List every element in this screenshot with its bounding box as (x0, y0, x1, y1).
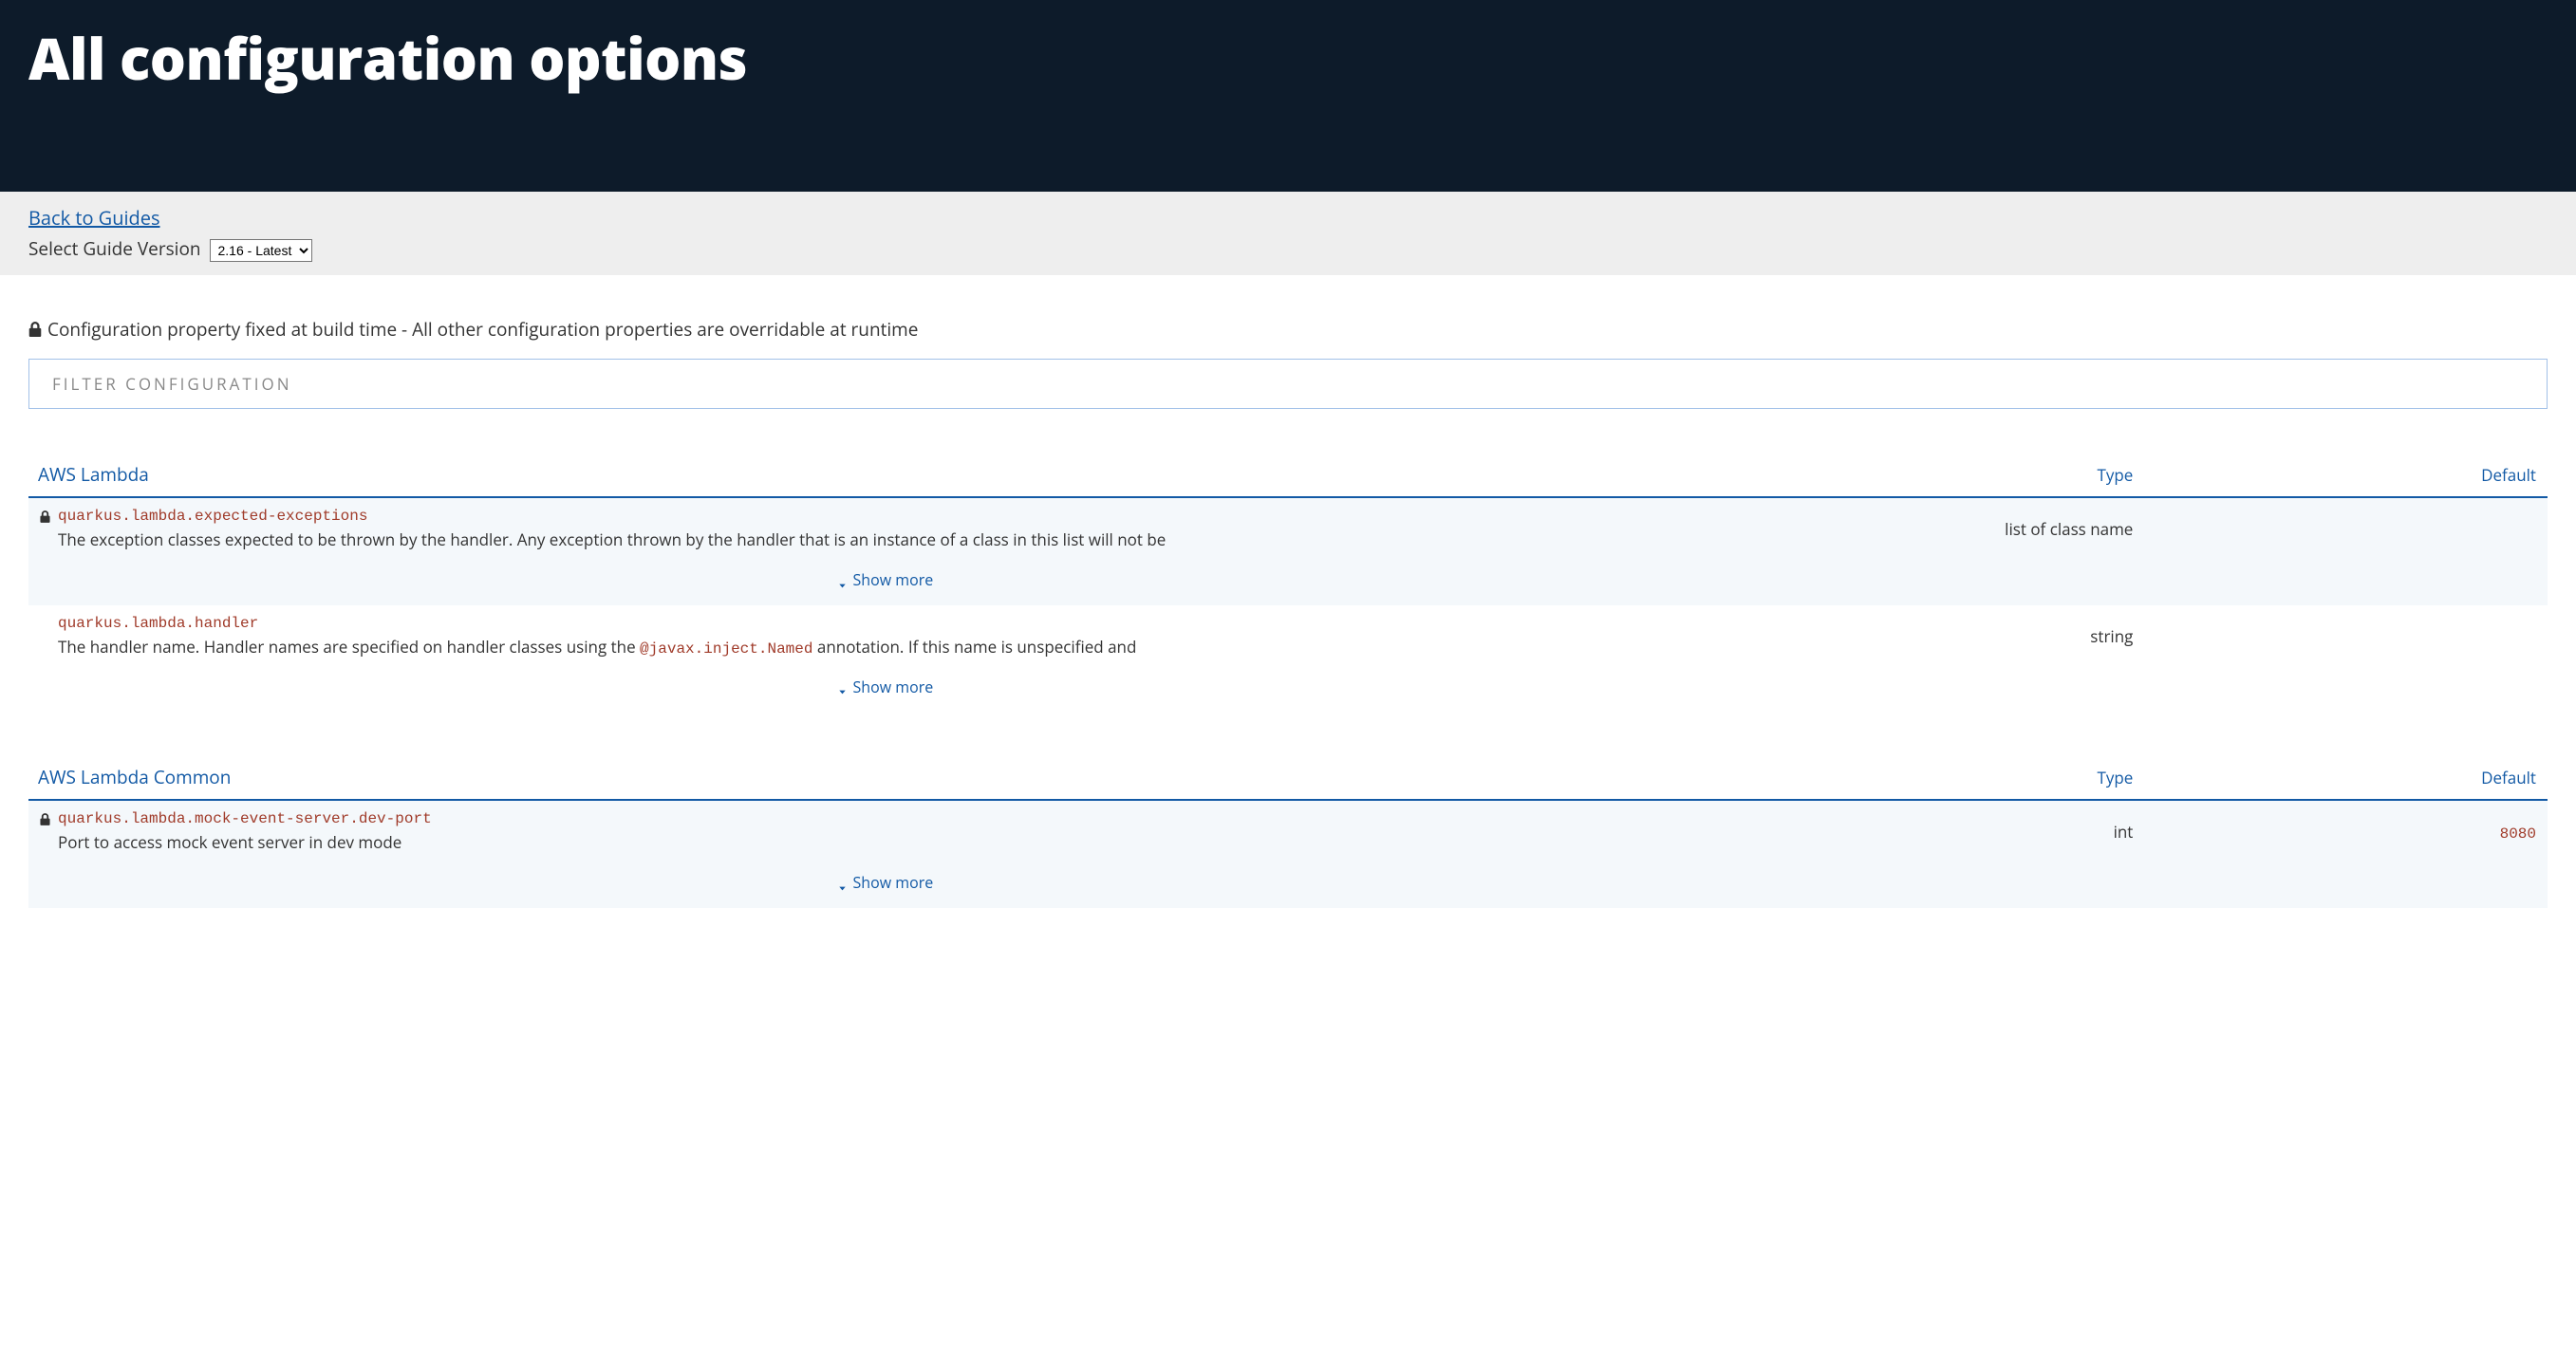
desc-text: Port to access mock event server in dev … (58, 831, 401, 853)
desc-text: The handler name. Handler names are spec… (58, 636, 640, 658)
lock-icon (40, 813, 50, 825)
filter-input[interactable] (28, 359, 2548, 409)
default-header[interactable]: Default (2144, 453, 2548, 497)
build-time-note: Configuration property fixed at build ti… (28, 317, 2548, 342)
show-more-button[interactable]: Show more (837, 872, 934, 893)
build-time-note-text: Configuration property fixed at build ti… (47, 317, 918, 342)
show-more-cell: Show more (28, 862, 1742, 908)
default-cell (2144, 497, 2548, 560)
lock-icon (40, 510, 50, 523)
property-key[interactable]: quarkus.lambda.expected-exceptions (58, 508, 367, 525)
config-section: AWS Lambda CommonTypeDefault quarkus.lamb… (28, 755, 2548, 908)
show-more-row: Show more (28, 667, 2548, 713)
chevron-down-icon (837, 681, 848, 692)
hero: All configuration options (0, 0, 2576, 192)
default-cell: 8080 (2144, 800, 2548, 862)
show-more-row: Show more (28, 862, 2548, 908)
type-cell: list of class name (1742, 497, 2145, 560)
desc-text: The exception classes expected to be thr… (58, 528, 1166, 550)
show-more-cell: Show more (28, 560, 1742, 605)
type-header[interactable]: Type (1742, 453, 2145, 497)
default-cell (2144, 605, 2548, 667)
type-cell: int (1742, 800, 2145, 862)
config-table: AWS LambdaTypeDefault quarkus.lambda.expe… (28, 453, 2548, 712)
desc-text: annotation. If this name is unspecified … (812, 636, 1136, 658)
lock-icon (28, 322, 42, 337)
back-to-guides-link[interactable]: Back to Guides (28, 205, 160, 231)
property-line: quarkus.lambda.expected-exceptions (40, 508, 1730, 525)
show-more-cell: Show more (28, 667, 1742, 713)
property-cell: quarkus.lambda.mock-event-server.dev-por… (28, 800, 1742, 862)
section-title[interactable]: AWS Lambda Common (28, 755, 1742, 800)
property-description: The exception classes expected to be thr… (58, 528, 1730, 550)
config-row: quarkus.lambda.handler The handler name. … (28, 605, 2548, 667)
config-row: quarkus.lambda.expected-exceptions The ex… (28, 497, 2548, 560)
property-line: quarkus.lambda.mock-event-server.dev-por… (40, 810, 1730, 827)
version-row: Select Guide Version 2.16 - Latest (28, 236, 2548, 262)
section-title[interactable]: AWS Lambda (28, 453, 1742, 497)
property-line: quarkus.lambda.handler (40, 615, 1730, 632)
property-description: The handler name. Handler names are spec… (58, 636, 1730, 658)
content: Configuration property fixed at build ti… (0, 275, 2576, 908)
inline-code: @javax.inject.Named (640, 640, 812, 658)
version-select[interactable]: 2.16 - Latest (210, 239, 312, 262)
chevron-down-icon (837, 878, 848, 888)
config-row: quarkus.lambda.mock-event-server.dev-por… (28, 800, 2548, 862)
property-key[interactable]: quarkus.lambda.handler (58, 615, 258, 632)
type-header[interactable]: Type (1742, 755, 2145, 800)
property-key[interactable]: quarkus.lambda.mock-event-server.dev-por… (58, 810, 432, 827)
show-more-row: Show more (28, 560, 2548, 605)
version-label: Select Guide Version (28, 236, 201, 261)
config-table: AWS Lambda CommonTypeDefault quarkus.lamb… (28, 755, 2548, 908)
chevron-down-icon (837, 575, 848, 585)
page-title: All configuration options (28, 19, 2548, 97)
property-cell: quarkus.lambda.expected-exceptions The ex… (28, 497, 1742, 560)
default-header[interactable]: Default (2144, 755, 2548, 800)
property-cell: quarkus.lambda.handler The handler name. … (28, 605, 1742, 667)
show-more-button[interactable]: Show more (837, 569, 934, 590)
type-cell: string (1742, 605, 2145, 667)
subheader: Back to Guides Select Guide Version 2.16… (0, 192, 2576, 275)
show-more-button[interactable]: Show more (837, 677, 934, 697)
default-value: 8080 (2500, 825, 2536, 843)
property-description: Port to access mock event server in dev … (58, 831, 1730, 853)
config-section: AWS LambdaTypeDefault quarkus.lambda.expe… (28, 453, 2548, 712)
